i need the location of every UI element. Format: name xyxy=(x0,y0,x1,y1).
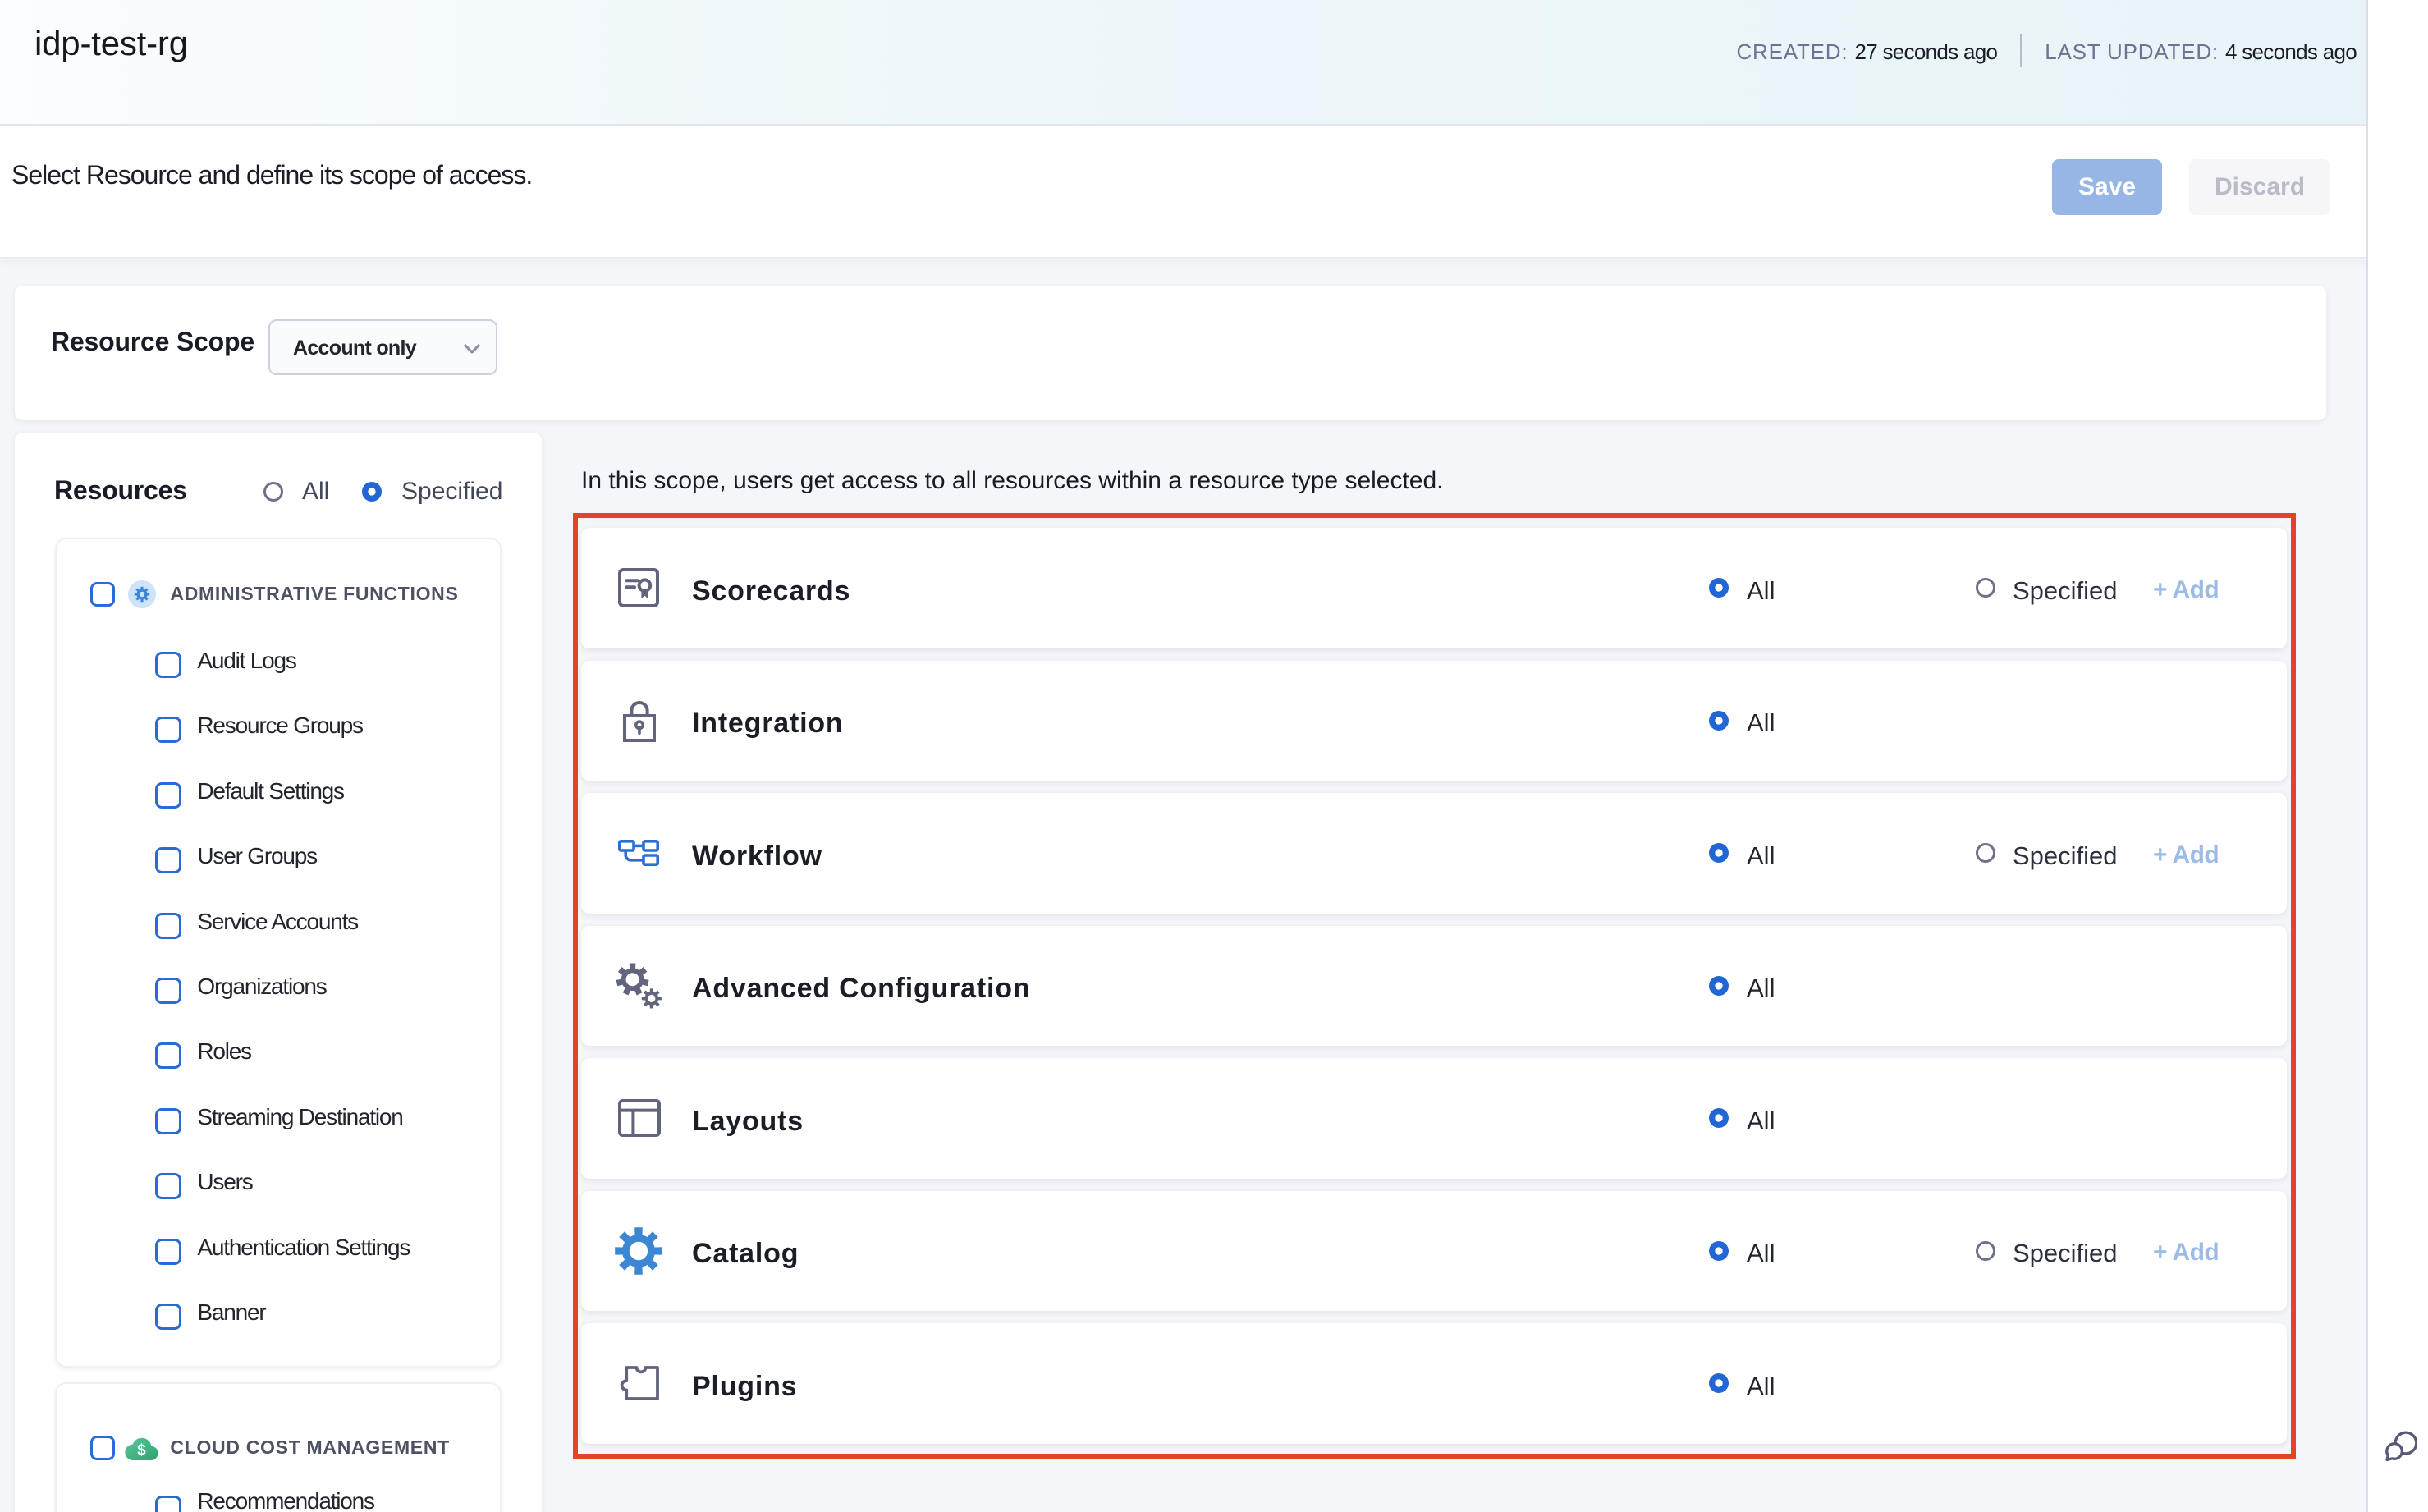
svg-text:$: $ xyxy=(138,1442,147,1459)
